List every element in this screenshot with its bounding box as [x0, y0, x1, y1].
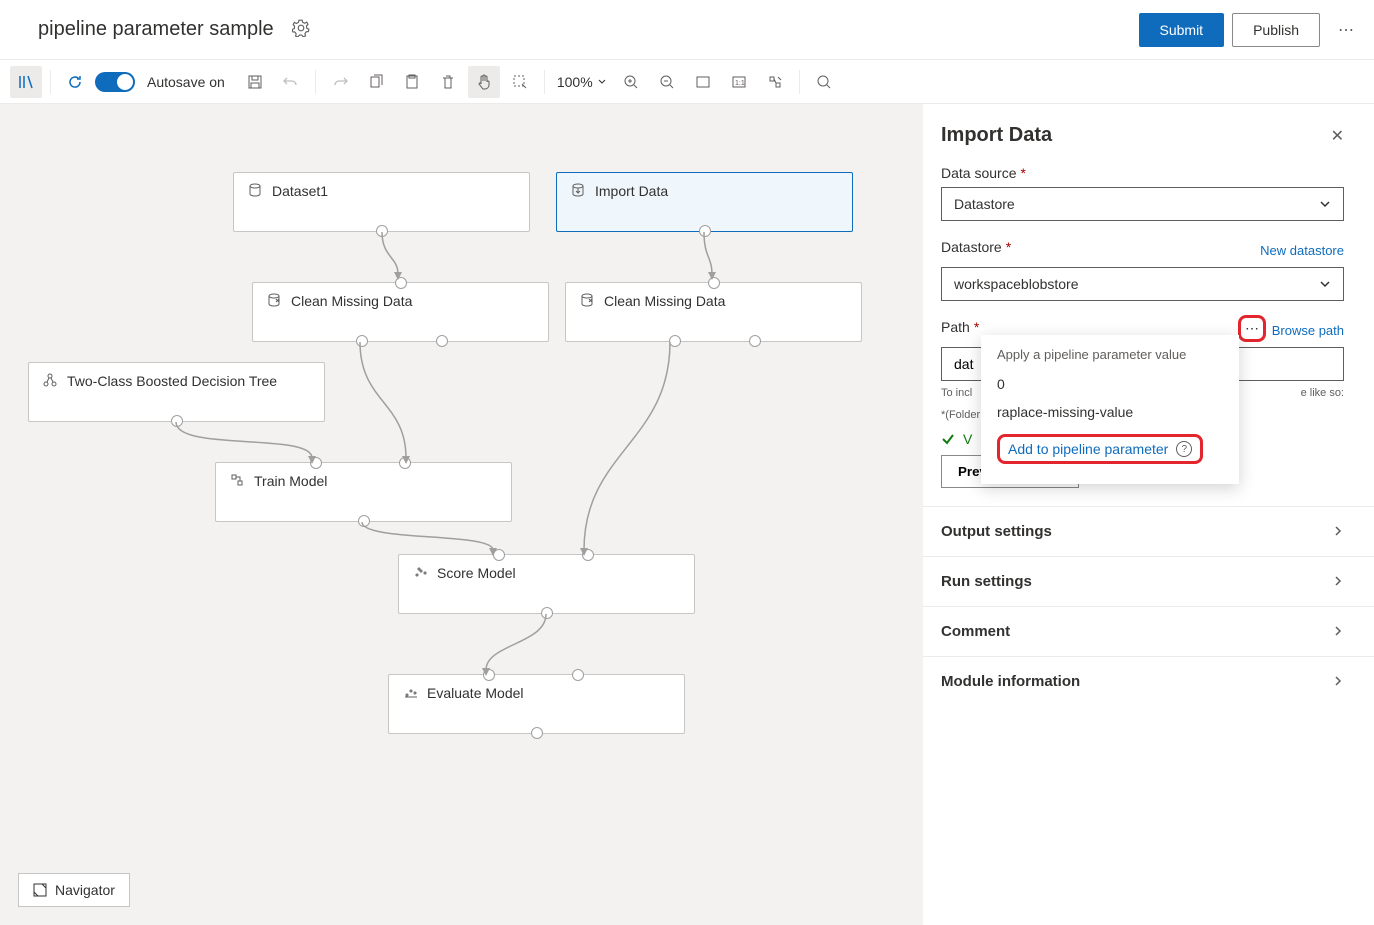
node-clean1[interactable]: Clean Missing Data: [252, 282, 549, 342]
datastore-label: Datastore*: [941, 239, 1011, 255]
publish-button[interactable]: Publish: [1232, 13, 1320, 47]
save-icon[interactable]: [239, 66, 271, 98]
chevron-right-icon: [1332, 524, 1344, 540]
new-datastore-link[interactable]: New datastore: [1260, 243, 1344, 258]
panel-title: Import Data: [941, 124, 1052, 147]
redo-icon[interactable]: [324, 66, 356, 98]
close-icon[interactable]: ✕: [1331, 126, 1344, 146]
more-icon[interactable]: ⋯: [1338, 20, 1354, 40]
path-label: Path*: [941, 319, 979, 335]
autosave-toggle[interactable]: [95, 72, 135, 92]
score-icon: [413, 565, 427, 582]
evaluate-icon: [403, 685, 417, 702]
datasource-select[interactable]: Datastore: [941, 187, 1344, 221]
datastore-select[interactable]: workspaceblobstore: [941, 267, 1344, 301]
zoom-level[interactable]: 100%: [557, 74, 607, 90]
delete-icon[interactable]: [432, 66, 464, 98]
header-bar: pipeline parameter sample Submit Publish…: [0, 0, 1374, 60]
fit-icon[interactable]: [687, 66, 719, 98]
gear-icon[interactable]: [292, 19, 310, 40]
chevron-right-icon: [1332, 624, 1344, 640]
refresh-icon[interactable]: [59, 66, 91, 98]
accordion-output-settings[interactable]: Output settings: [923, 506, 1374, 556]
svg-text:1:1: 1:1: [735, 80, 745, 87]
submit-button[interactable]: Submit: [1139, 13, 1225, 47]
help-icon[interactable]: ?: [1176, 441, 1192, 457]
pan-icon[interactable]: [468, 66, 500, 98]
actual-size-icon[interactable]: 1:1: [723, 66, 755, 98]
node-clean2[interactable]: Clean Missing Data: [565, 282, 862, 342]
node-train[interactable]: Train Model: [215, 462, 512, 522]
search-icon[interactable]: [808, 66, 840, 98]
train-icon: [230, 473, 244, 490]
node-dataset1[interactable]: Dataset1: [233, 172, 530, 232]
select-icon[interactable]: [504, 66, 536, 98]
library-icon[interactable]: [10, 66, 42, 98]
popover-item-1[interactable]: raplace-missing-value: [981, 398, 1239, 426]
accordion-run-settings[interactable]: Run settings: [923, 556, 1374, 606]
clean-icon: [580, 293, 594, 310]
browse-path-link[interactable]: Browse path: [1272, 323, 1344, 338]
database-icon: [248, 183, 262, 200]
autosave-label: Autosave on: [147, 74, 225, 90]
zoom-in-icon[interactable]: [615, 66, 647, 98]
canvas[interactable]: Dataset1 Import Data Clean Missing Data …: [0, 104, 923, 925]
datasource-label: Data source*: [941, 165, 1344, 181]
node-import-data[interactable]: Import Data: [556, 172, 853, 232]
tree-icon: [43, 373, 57, 390]
node-evaluate[interactable]: Evaluate Model: [388, 674, 685, 734]
clean-icon: [267, 293, 281, 310]
chevron-right-icon: [1332, 674, 1344, 690]
parameter-popover: Apply a pipeline parameter value 0 rapla…: [981, 335, 1239, 484]
copy-icon[interactable]: [360, 66, 392, 98]
navigator-button[interactable]: Navigator: [18, 873, 130, 907]
accordion-comment[interactable]: Comment: [923, 606, 1374, 656]
chevron-right-icon: [1332, 574, 1344, 590]
path-more-button[interactable]: ⋯: [1238, 315, 1266, 342]
popover-item-0[interactable]: 0: [981, 370, 1239, 398]
import-icon: [571, 183, 585, 200]
add-to-pipeline-parameter[interactable]: Add to pipeline parameter ?: [997, 434, 1203, 464]
page-title: pipeline parameter sample: [38, 18, 274, 41]
undo-icon[interactable]: [275, 66, 307, 98]
node-tree[interactable]: Two-Class Boosted Decision Tree: [28, 362, 325, 422]
node-score[interactable]: Score Model: [398, 554, 695, 614]
toolbar: Autosave on 100% 1:1: [0, 60, 1374, 104]
accordion-module-information[interactable]: Module information: [923, 656, 1374, 706]
zoom-out-icon[interactable]: [651, 66, 683, 98]
chevron-down-icon: [1319, 198, 1331, 210]
autolayout-icon[interactable]: [759, 66, 791, 98]
properties-panel: Import Data ✕ Data source* Datastore Dat…: [923, 104, 1374, 925]
paste-icon[interactable]: [396, 66, 428, 98]
chevron-down-icon: [1319, 278, 1331, 290]
